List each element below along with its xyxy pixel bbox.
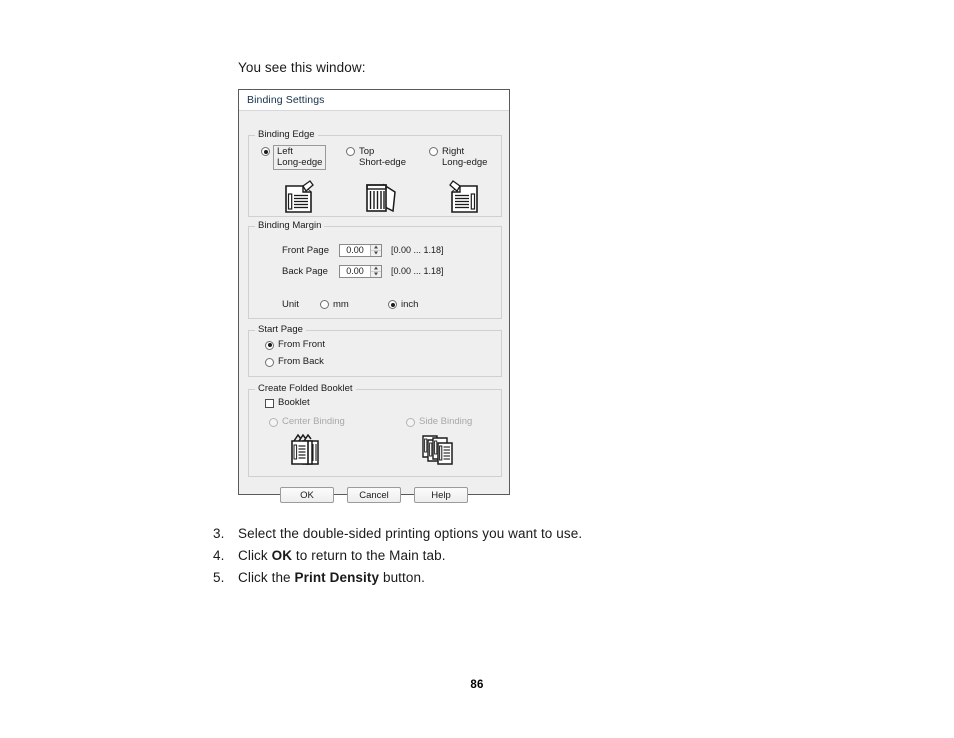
radio-indicator bbox=[261, 147, 270, 156]
binding-margin-group-label: Binding Margin bbox=[255, 221, 325, 231]
radio-label-line2: Long-edge bbox=[442, 156, 488, 168]
unit-row: Unit mm inch bbox=[282, 299, 418, 310]
radio-label: Side Binding bbox=[419, 416, 473, 427]
radio-unit-mm[interactable]: mm bbox=[320, 298, 388, 310]
ok-button[interactable]: OK bbox=[280, 487, 334, 503]
step-number: 5. bbox=[213, 570, 225, 585]
radio-indicator bbox=[406, 417, 415, 427]
binding-settings-dialog: Binding Settings Binding Edge Left Long-… bbox=[238, 89, 510, 503]
checkbox-label: Booklet bbox=[278, 397, 310, 408]
radio-start-page-from-back[interactable]: From Back bbox=[265, 357, 324, 367]
radio-binding-edge-top[interactable]: Top Short-edge bbox=[346, 146, 407, 168]
radio-label: From Front bbox=[278, 339, 325, 350]
help-button[interactable]: Help bbox=[414, 487, 468, 503]
back-page-margin-stepper[interactable]: 0.00 bbox=[339, 264, 382, 278]
steps-list: 3. Select the double-sided printing opti… bbox=[213, 526, 853, 592]
radio-indicator bbox=[265, 357, 274, 367]
binding-margin-group: Binding Margin Front Page 0.00 [0.00 ...… bbox=[248, 221, 502, 319]
list-item: 4. Click OK to return to the Main tab. bbox=[213, 548, 853, 563]
back-page-margin-row: Back Page 0.00 [0.00 ... 1.18] bbox=[282, 264, 444, 278]
step-text-prefix: Select the double-sided printing options… bbox=[238, 526, 583, 541]
step-text-bold: Print Density bbox=[294, 570, 380, 585]
front-page-label: Front Page bbox=[282, 244, 329, 256]
step-text-suffix: to return to the Main tab. bbox=[292, 548, 446, 563]
radio-indicator bbox=[429, 147, 438, 156]
intro-text: You see this window: bbox=[238, 60, 366, 75]
dialog-titlebar: Binding Settings bbox=[239, 90, 509, 111]
create-folded-booklet-group-label: Create Folded Booklet bbox=[255, 384, 356, 394]
dialog-title: Binding Settings bbox=[247, 94, 325, 106]
radio-binding-edge-left[interactable]: Left Long-edge bbox=[261, 145, 327, 170]
binding-edge-group-label: Binding Edge bbox=[255, 130, 318, 140]
front-page-range: [0.00 ... 1.18] bbox=[391, 245, 444, 255]
step-text-suffix: button. bbox=[379, 570, 425, 585]
back-page-label: Back Page bbox=[282, 265, 328, 277]
radio-indicator bbox=[346, 147, 355, 156]
front-page-margin-stepper[interactable]: 0.00 bbox=[339, 243, 382, 257]
dialog-body: Binding Edge Left Long-edge Top Short-ed… bbox=[239, 111, 509, 503]
front-page-margin-row: Front Page 0.00 [0.00 ... 1.18] bbox=[282, 243, 444, 257]
step-text: Click the Print Density button. bbox=[238, 570, 853, 585]
radio-label-line2: Short-edge bbox=[359, 156, 407, 168]
dialog-button-row: OK Cancel Help bbox=[239, 487, 509, 503]
binding-edge-group: Binding Edge Left Long-edge Top Short-ed… bbox=[248, 130, 502, 217]
back-page-margin-value[interactable]: 0.00 bbox=[340, 266, 370, 277]
radio-label-line2: Long-edge bbox=[277, 156, 323, 168]
stepper-down-icon[interactable] bbox=[371, 251, 381, 256]
back-page-range: [0.00 ... 1.18] bbox=[391, 266, 444, 276]
checkbox-booklet[interactable]: Booklet bbox=[265, 398, 310, 408]
step-number: 4. bbox=[213, 548, 225, 563]
step-text-bold: OK bbox=[271, 548, 293, 563]
list-item: 3. Select the double-sided printing opti… bbox=[213, 526, 853, 541]
step-text-prefix: Click the bbox=[238, 570, 295, 585]
radio-label: inch bbox=[401, 298, 419, 310]
step-number: 3. bbox=[213, 526, 225, 541]
center-binding-icon bbox=[289, 433, 321, 467]
back-page-stepper-buttons[interactable] bbox=[370, 265, 381, 277]
radio-unit-inch[interactable]: inch bbox=[388, 298, 419, 310]
page-number: 86 bbox=[470, 679, 484, 691]
radio-label-line1: Right bbox=[442, 146, 465, 157]
radio-indicator bbox=[320, 300, 329, 309]
radio-label: Top Short-edge bbox=[359, 146, 407, 168]
checkbox-indicator bbox=[265, 398, 274, 408]
radio-indicator bbox=[269, 417, 278, 427]
radio-label: Center Binding bbox=[282, 416, 345, 427]
radio-side-binding[interactable]: Side Binding bbox=[406, 417, 472, 427]
radio-indicator bbox=[265, 340, 274, 350]
side-binding-icon bbox=[421, 433, 455, 467]
radio-label-line1: Left bbox=[277, 146, 293, 157]
start-page-group-label: Start Page bbox=[255, 325, 306, 335]
cancel-button[interactable]: Cancel bbox=[347, 487, 401, 503]
step-text: Click OK to return to the Main tab. bbox=[238, 548, 853, 563]
list-item: 5. Click the Print Density button. bbox=[213, 570, 853, 585]
step-text-prefix: Click bbox=[238, 548, 272, 563]
unit-label: Unit bbox=[282, 299, 299, 310]
step-text: Select the double-sided printing options… bbox=[238, 526, 853, 541]
radio-label: Left Long-edge bbox=[273, 145, 327, 170]
radio-indicator bbox=[388, 300, 397, 309]
binding-top-icon bbox=[364, 180, 398, 214]
front-page-stepper-buttons[interactable] bbox=[370, 244, 381, 256]
start-page-group: Start Page From Front From Back bbox=[248, 325, 502, 377]
radio-binding-edge-right[interactable]: Right Long-edge bbox=[429, 146, 488, 168]
radio-label: From Back bbox=[278, 356, 324, 367]
front-page-margin-value[interactable]: 0.00 bbox=[340, 245, 370, 256]
stepper-down-icon[interactable] bbox=[371, 272, 381, 277]
create-folded-booklet-group: Create Folded Booklet Booklet Center Bin… bbox=[248, 384, 502, 477]
binding-right-icon bbox=[449, 180, 479, 214]
radio-start-page-from-front[interactable]: From Front bbox=[265, 340, 325, 350]
radio-label: mm bbox=[333, 298, 349, 310]
binding-left-icon bbox=[284, 180, 314, 214]
radio-label-line1: Top bbox=[359, 146, 375, 157]
radio-label: Right Long-edge bbox=[442, 146, 488, 168]
radio-center-binding[interactable]: Center Binding bbox=[269, 417, 345, 427]
